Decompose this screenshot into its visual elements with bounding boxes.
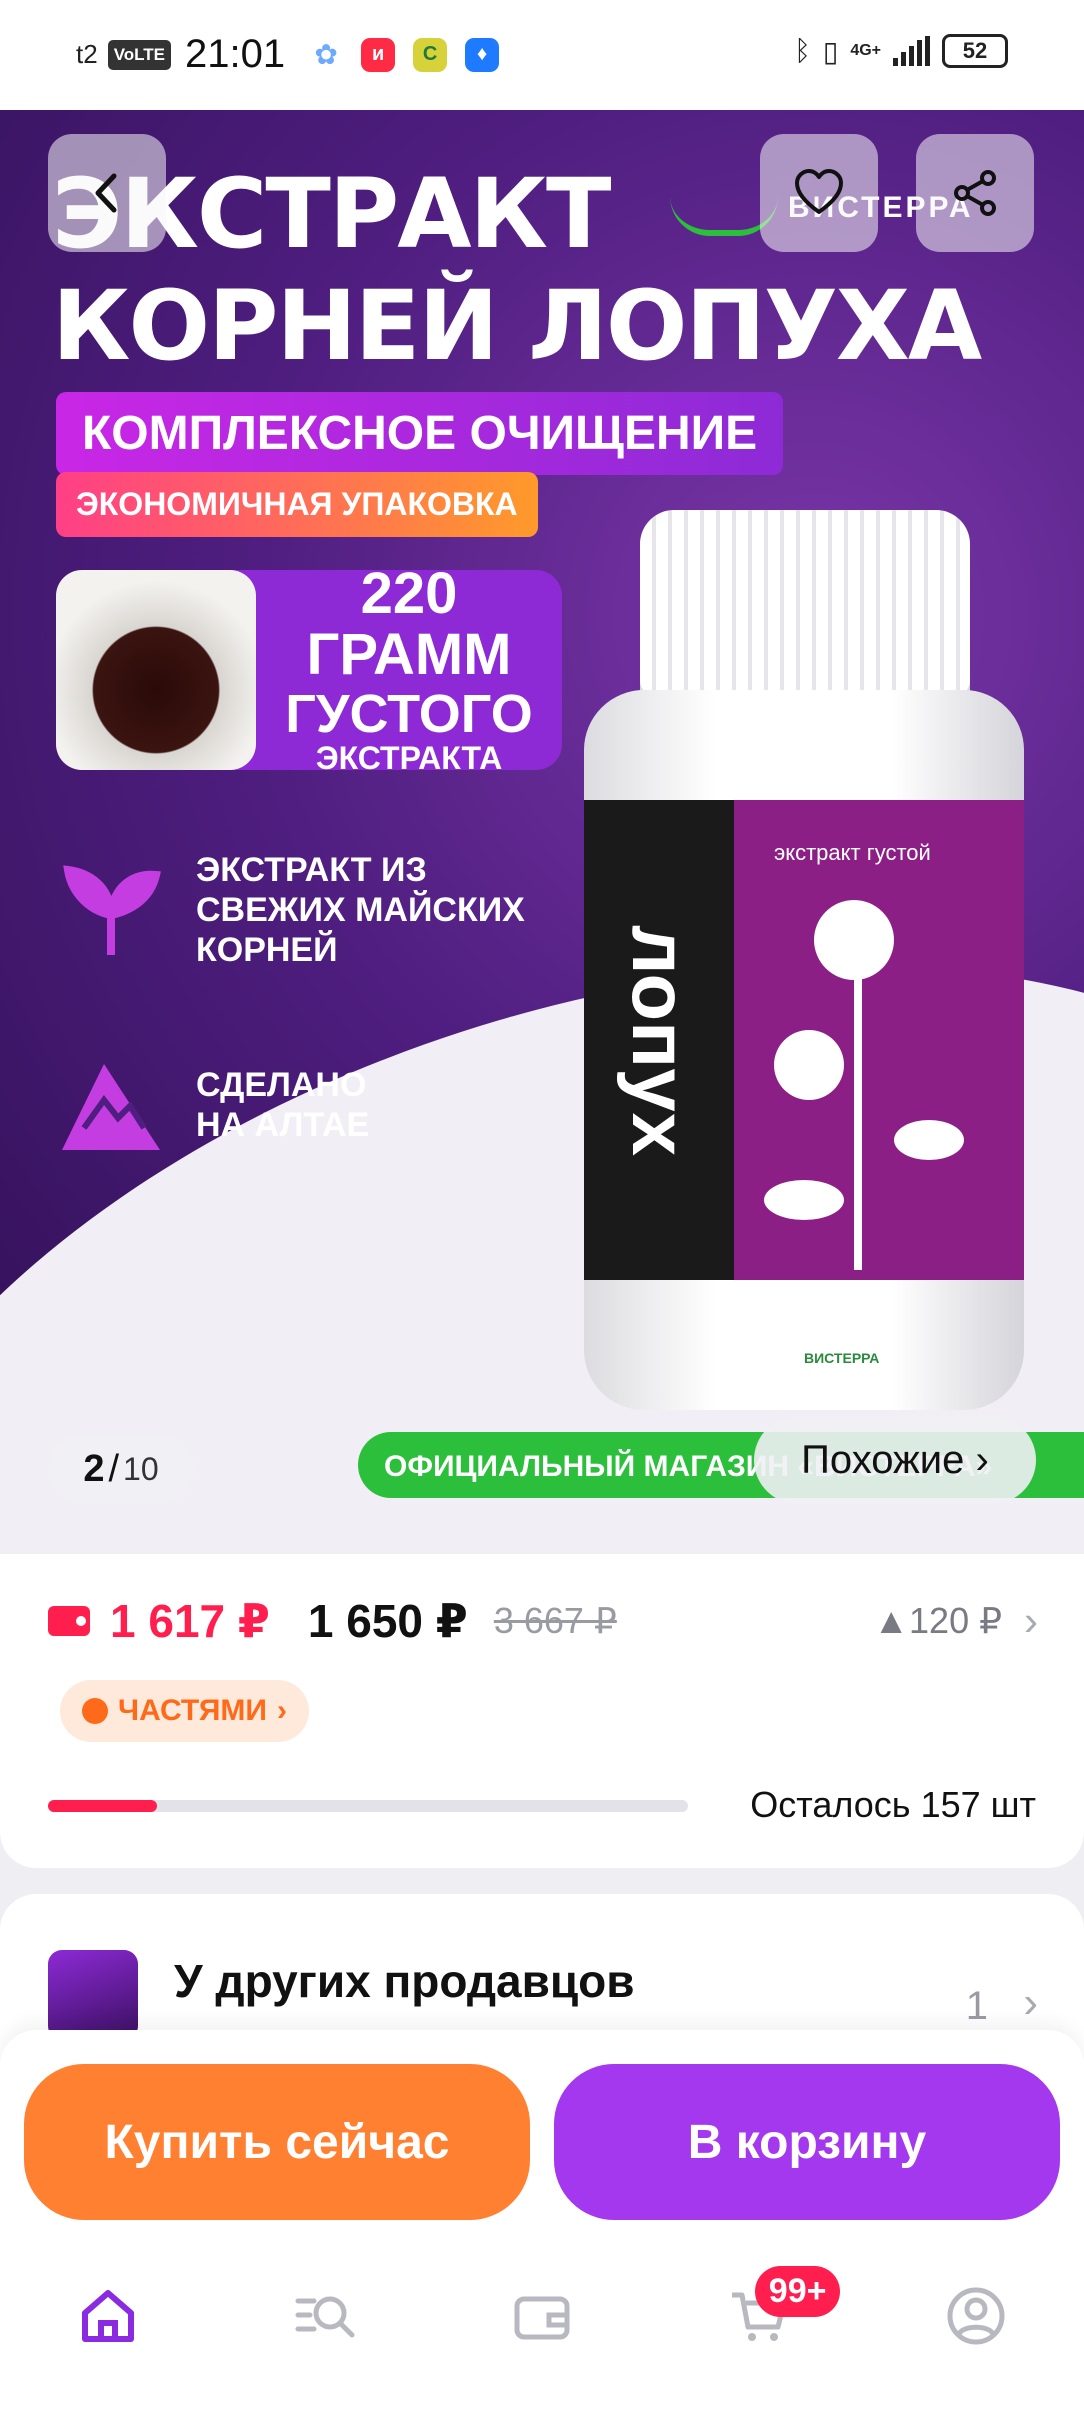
chevron-right-icon: › [276, 1694, 287, 1727]
sprout-icon [56, 855, 166, 965]
grams-line3: ЭКСТРАКТА [315, 740, 503, 777]
status-bar-left: t2 VoLTE 21:01 ✿ и С ♦ [76, 32, 507, 77]
leaf-illustration [764, 1180, 844, 1220]
signal-icon [893, 36, 930, 66]
clock: 21:01 [185, 32, 286, 76]
profile-icon [947, 2287, 1005, 2345]
nav-home[interactable] [48, 2256, 168, 2376]
favorite-button[interactable] [760, 134, 878, 252]
pager-total: 10 [123, 1450, 159, 1487]
feature-roots-line3: КОРНЕЙ [196, 931, 338, 969]
feature-altai-line2: НА АЛТАЕ [196, 1106, 370, 1144]
chevron-left-icon [95, 173, 117, 213]
share-button[interactable] [916, 134, 1034, 252]
buy-now-button[interactable]: Купить сейчас [24, 2064, 530, 2220]
cart-count-badge: 99+ [754, 2266, 841, 2317]
grams-line1: 220 ГРАММ [306, 560, 512, 687]
nav-cart[interactable]: 99+ [699, 2256, 841, 2376]
nav-catalog[interactable] [265, 2256, 385, 2376]
pie-icon [82, 1698, 108, 1724]
carrier-label: t2 [76, 39, 98, 69]
wallet-price: 1 617 ₽ [110, 1595, 270, 1647]
share-icon [954, 170, 996, 216]
bottle-label-black: лопух [584, 800, 734, 1280]
bluetooth-icon: ᛒ [794, 35, 811, 66]
extract-spoon-photo [56, 570, 256, 770]
seller-product-thumbnail [48, 1950, 138, 2040]
similar-products-button[interactable]: Похожие › [754, 1416, 1036, 1504]
heart-icon [795, 169, 843, 214]
bottle-body: лопух экстракт густой ВИСТЕРРА [584, 690, 1024, 1410]
bottle-cap [640, 510, 970, 710]
nav-profile[interactable] [916, 2256, 1036, 2376]
back-button[interactable] [48, 134, 166, 252]
image-pill-cleansing: КОМПЛЕКСНОЕ ОЧИЩЕНИЕ [56, 392, 784, 475]
feature-altai-line1: СДЕЛАНО [196, 1066, 367, 1104]
image-grams-text: 220 ГРАММ ГУСТОГО ЭКСТРАКТА [256, 560, 562, 777]
leaf-illustration [894, 1120, 964, 1160]
chevron-right-icon[interactable]: › [1024, 1597, 1038, 1645]
wallet-price-icon [48, 1606, 90, 1636]
bottom-navigation: 99+ [0, 2240, 1084, 2412]
image-grams-card: 220 ГРАММ ГУСТОГО ЭКСТРАКТА [56, 563, 562, 775]
grid-app-icon: ✿ [309, 37, 344, 72]
image-pill-economy: ЭКОНОМИЧНАЯ УПАКОВКА [56, 472, 538, 537]
pager-current: 2 [83, 1447, 105, 1490]
feature-roots-text: ЭКСТРАКТ ИЗ СВЕЖИХ МАЙСКИХ КОРНЕЙ [196, 850, 525, 970]
home-icon [82, 2290, 135, 2342]
nav-wallet[interactable] [482, 2256, 602, 2376]
pager-separator: / [108, 1447, 120, 1490]
feature-roots-line1: ЭКСТРАКТ ИЗ [196, 851, 427, 889]
other-sellers-count: 1 [965, 1984, 988, 2028]
image-title-line2: КОРНЕЙ ЛОПУХА [52, 270, 982, 382]
image-feature-roots: ЭКСТРАКТ ИЗ СВЕЖИХ МАЙСКИХ КОРНЕЙ [56, 850, 525, 970]
flower-illustration [774, 1030, 844, 1100]
stock-remaining: Осталось 157 шт [750, 1784, 1036, 1825]
feature-altai-text: СДЕЛАНО НА АЛТАЕ [196, 1065, 369, 1145]
bottle-label-purple: экстракт густой [734, 800, 1024, 1280]
old-price: 3 667 ₽ [493, 1600, 617, 1641]
chevron-right-icon: › [1023, 1978, 1038, 2027]
status-bar: t2 VoLTE 21:01 ✿ и С ♦ ᛒ ▯ 4G+ 52 [0, 0, 1084, 110]
wallet-icon [514, 2296, 570, 2340]
image-feature-altai: СДЕЛАНО НА АЛТАЕ [56, 1050, 369, 1160]
status-bar-right: ᛒ ▯ 4G+ 52 [794, 34, 1008, 68]
bottle-label-name: лопух [615, 924, 704, 1156]
product-bottle: лопух экстракт густой ВИСТЕРРА [584, 510, 1024, 1410]
red-app-icon: и [361, 37, 396, 72]
add-to-cart-button[interactable]: В корзину [554, 2064, 1060, 2220]
grams-line2: ГУСТОГО [285, 683, 533, 744]
price-row: 1 617 ₽ 1 650 ₽ 3 667 ₽ ▲120 ₽ › [48, 1594, 1038, 1648]
feature-roots-line2: СВЕЖИХ МАЙСКИХ [196, 891, 525, 929]
product-image-carousel[interactable]: ЭКСТРАКТ КОРНЕЙ ЛОПУХА ВИСТЕРРА КОМПЛЕКС… [0, 110, 1084, 1554]
vibrate-icon: ▯ [822, 35, 839, 67]
installment-button[interactable]: ЧАСТЯМИ › [60, 1680, 309, 1742]
bottle-brand: ВИСТЕРРА [804, 1350, 880, 1366]
installment-label: ЧАСТЯМИ [118, 1694, 267, 1727]
flower-illustration [814, 900, 894, 980]
volte-badge: VoLTE [107, 39, 171, 70]
mountain-icon [56, 1050, 166, 1160]
current-price: 1 650 ₽ [307, 1595, 468, 1647]
network-type-label: 4G+ [850, 42, 881, 59]
yellow-app-icon: С [413, 37, 448, 72]
other-sellers-title: У других продавцов [174, 1955, 635, 2007]
blue-app-icon: ♦ [465, 37, 500, 72]
battery-icon: 52 [942, 34, 1008, 68]
bottle-label-subtitle: экстракт густой [774, 840, 931, 865]
stock-progress-bar [48, 1800, 688, 1812]
stock-progress-fill [48, 1800, 157, 1812]
purchase-action-bar: Купить сейчас В корзину [0, 2030, 1084, 2240]
price-change[interactable]: ▲120 ₽ [873, 1600, 1002, 1642]
price-card: 1 617 ₽ 1 650 ₽ 3 667 ₽ ▲120 ₽ › ЧАСТЯМИ… [0, 1554, 1084, 1868]
catalog-search-icon [295, 2296, 355, 2338]
image-pager-indicator: 2 / 10 [48, 1434, 194, 1504]
